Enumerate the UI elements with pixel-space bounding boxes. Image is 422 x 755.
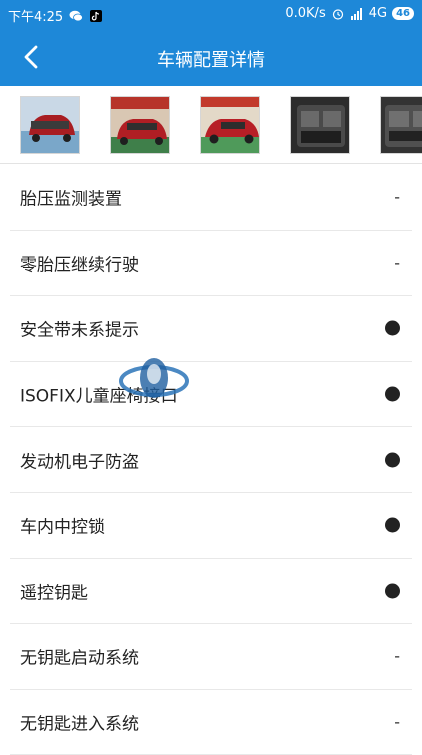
spec-label: 车内中控锁	[20, 517, 105, 538]
status-bar: 下午4:25 0.0K/s 4G 46	[0, 0, 422, 28]
standard-dot-icon	[385, 320, 400, 336]
standard-dot-icon	[385, 517, 400, 533]
car-photo-rear[interactable]	[20, 96, 80, 154]
standard-dot-icon	[385, 386, 400, 402]
signal-icon	[350, 7, 362, 20]
standard-dot-icon	[385, 452, 400, 468]
status-right: 0.0K/s 4G 46	[285, 6, 414, 21]
spec-row: ISOFIX儿童座椅接口	[10, 362, 412, 428]
network-type: 4G	[368, 6, 388, 21]
spec-label: 胎压监测装置	[20, 189, 122, 210]
spec-value-none: -	[394, 712, 400, 732]
car-photo-trunk[interactable]	[290, 96, 350, 154]
spec-label: 遥控钥匙	[20, 583, 88, 604]
spec-row: 胎压监测装置 -	[10, 165, 412, 231]
tiktok-icon	[90, 9, 103, 22]
standard-dot-icon	[385, 583, 400, 599]
network-speed: 0.0K/s	[285, 6, 326, 21]
spec-row: 安全带未系提示	[10, 296, 412, 362]
nav-bar: 车辆配置详情	[0, 28, 422, 86]
spec-label: 无钥匙启动系统	[20, 648, 139, 669]
spec-row: 遥控钥匙	[10, 559, 412, 625]
spec-label: ISOFIX儿童座椅接口	[20, 386, 178, 407]
spec-value-none: -	[394, 187, 400, 207]
spec-value-none: -	[394, 646, 400, 666]
car-photo-trunk-2[interactable]	[380, 96, 422, 154]
spec-value-none: -	[394, 253, 400, 273]
status-time: 下午4:25	[8, 10, 64, 25]
spec-row: 无钥匙进入系统 -	[10, 690, 412, 755]
spec-label: 安全带未系提示	[20, 320, 139, 341]
photo-strip[interactable]	[0, 86, 422, 164]
spec-row: 无钥匙启动系统 -	[10, 624, 412, 690]
status-left: 下午4:25	[8, 6, 103, 25]
spec-label: 零胎压继续行驶	[20, 255, 139, 276]
wechat-icon	[69, 10, 84, 21]
page-title: 车辆配置详情	[157, 50, 265, 71]
battery-icon: 46	[392, 7, 414, 20]
car-photo-front[interactable]	[110, 96, 170, 154]
spec-row: 车内中控锁	[10, 493, 412, 559]
spec-label: 无钥匙进入系统	[20, 714, 139, 735]
alarm-icon	[332, 8, 343, 20]
spec-row: 零胎压继续行驶 -	[10, 231, 412, 297]
spec-label: 发动机电子防盗	[20, 452, 139, 473]
car-photo-side[interactable]	[200, 96, 260, 154]
spec-row: 发动机电子防盗	[10, 427, 412, 493]
spec-list: 胎压监测装置 - 零胎压继续行驶 - 安全带未系提示 ISOFIX儿童座椅接口 …	[0, 165, 422, 755]
